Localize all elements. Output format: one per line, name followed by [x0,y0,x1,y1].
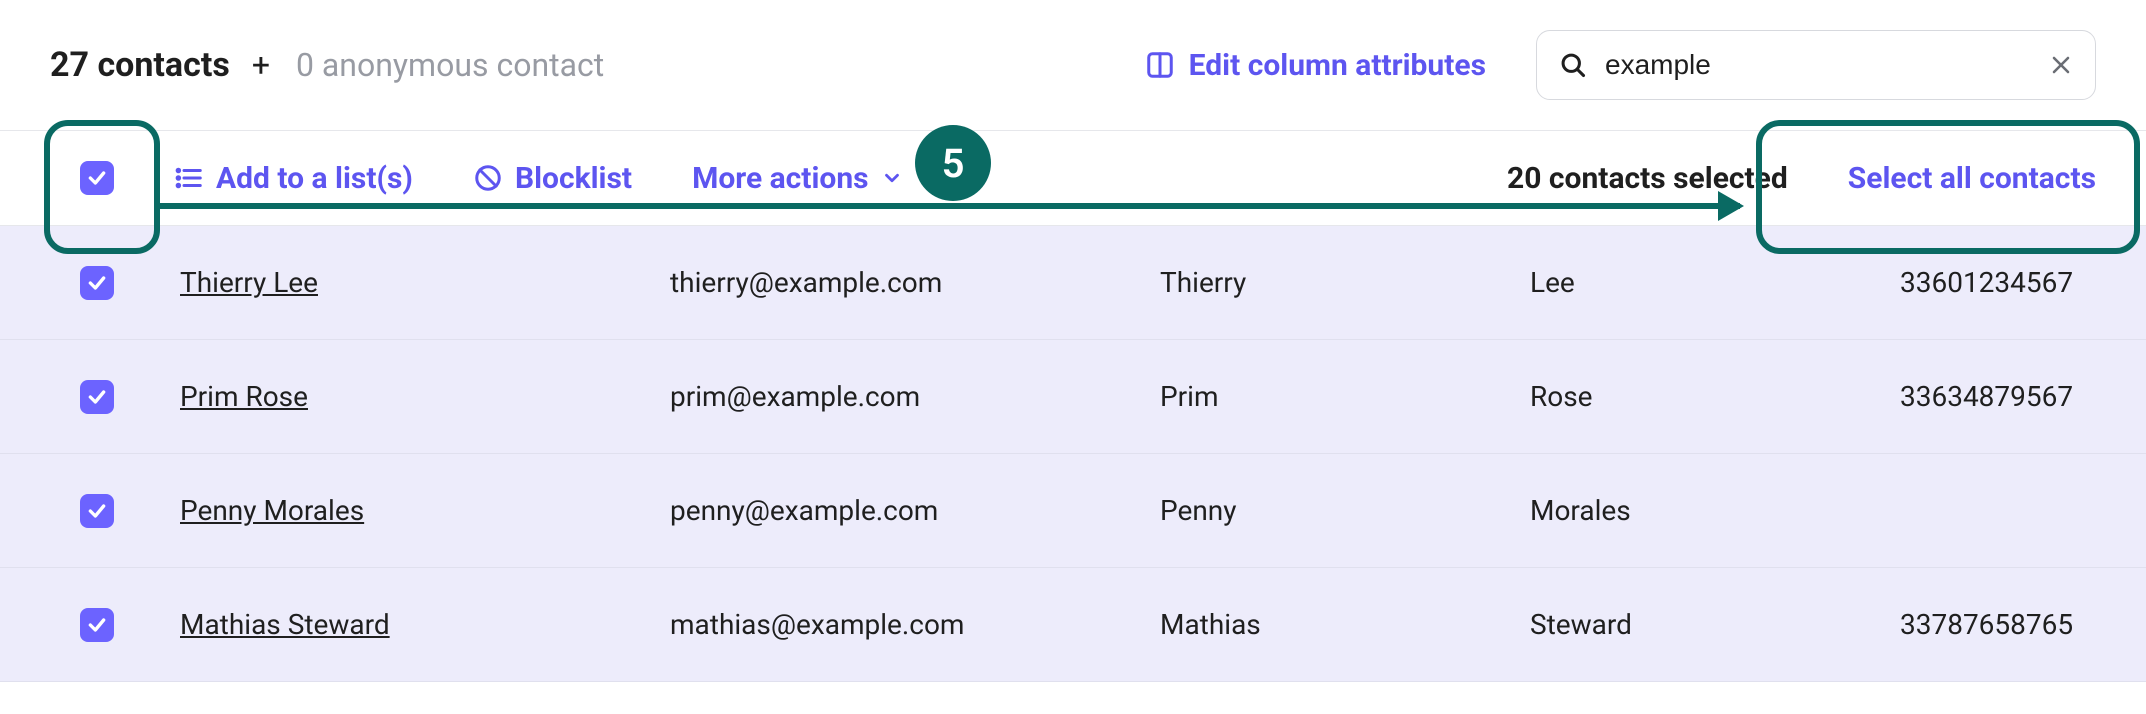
contact-email: penny@example.com [670,494,938,527]
more-actions-dropdown[interactable]: More actions [692,161,903,196]
bulk-action-toolbar: Add to a list(s) Blocklist More actions … [0,130,2146,226]
add-to-list-label: Add to a list(s) [216,161,413,196]
contact-first-name: Penny [1160,494,1237,527]
contact-last-name: Rose [1530,380,1593,413]
table-row: Thierry Lee thierry@example.com Thierry … [0,226,2146,340]
contact-email: prim@example.com [670,380,920,413]
row-checkbox[interactable] [80,494,114,528]
row-checkbox[interactable] [80,380,114,414]
contact-last-name: Morales [1530,494,1631,527]
clear-search-button[interactable] [2049,53,2073,77]
page-header: 27 contacts + 0 anonymous contact Edit c… [0,0,2146,130]
add-to-list-button[interactable]: Add to a list(s) [174,161,413,196]
contact-name-link[interactable]: Prim Rose [180,380,308,413]
anonymous-count: 0 anonymous contact [296,46,604,84]
block-icon [473,163,503,193]
contact-email: thierry@example.com [670,266,942,299]
blocklist-label: Blocklist [515,161,632,196]
contact-name-link[interactable]: Penny Morales [180,494,364,527]
contact-last-name: Lee [1530,266,1575,299]
row-checkbox[interactable] [80,266,114,300]
blocklist-button[interactable]: Blocklist [473,161,632,196]
table-row: Penny Morales penny@example.com Penny Mo… [0,454,2146,568]
plus-separator: + [250,46,276,84]
contact-phone: 33601234567 [1900,266,2073,299]
contact-name-link[interactable]: Mathias Steward [180,608,390,641]
contacts-count-title: 27 contacts [50,45,230,85]
select-all-contacts-button[interactable]: Select all contacts [1848,161,2096,196]
edit-column-attributes-button[interactable]: Edit column attributes [1145,48,1486,83]
contact-phone: 33634879567 [1900,380,2073,413]
search-input[interactable] [1605,49,2031,81]
contact-last-name: Steward [1530,608,1632,641]
contact-email: mathias@example.com [670,608,964,641]
row-checkbox[interactable] [80,608,114,642]
contact-first-name: Mathias [1160,608,1261,641]
search-field[interactable] [1536,30,2096,100]
selected-count-status: 20 contacts selected [1507,161,1788,196]
table-row: Prim Rose prim@example.com Prim Rose 336… [0,340,2146,454]
search-icon [1559,51,1587,79]
edit-column-attributes-label: Edit column attributes [1189,48,1486,83]
contact-first-name: Thierry [1160,266,1246,299]
list-add-icon [174,163,204,193]
contact-name-link[interactable]: Thierry Lee [180,266,318,299]
contact-first-name: Prim [1160,380,1219,413]
more-actions-label: More actions [692,161,869,196]
contacts-table: Thierry Lee thierry@example.com Thierry … [0,226,2146,682]
chevron-down-icon [881,167,903,189]
select-all-checkbox[interactable] [80,161,114,195]
columns-icon [1145,50,1175,80]
contact-phone: 33787658765 [1900,608,2073,641]
table-row: Mathias Steward mathias@example.com Math… [0,568,2146,682]
